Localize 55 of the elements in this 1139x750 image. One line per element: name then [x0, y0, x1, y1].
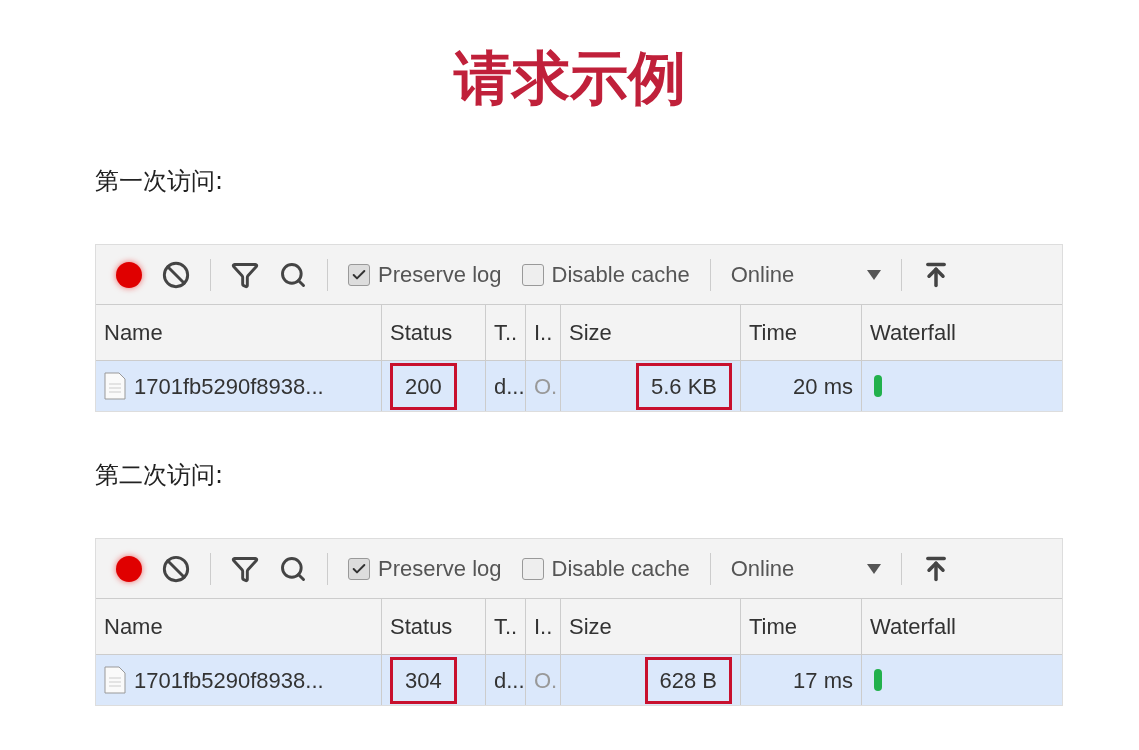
checkbox-label[interactable]: Preserve log — [378, 552, 502, 585]
waterfall-bar — [874, 375, 882, 397]
waterfall-bar — [874, 669, 882, 691]
checkbox[interactable] — [348, 263, 370, 286]
table-cell-text: O. — [534, 666, 558, 695]
column-header[interactable]: Time — [741, 305, 862, 360]
document-icon — [104, 666, 126, 694]
throttling-dropdown[interactable]: Online — [730, 258, 881, 291]
search-icon[interactable] — [279, 260, 307, 289]
table-cell-text: 20 ms — [793, 372, 853, 401]
column-header[interactable]: Size — [561, 305, 741, 360]
column-header[interactable]: Name — [96, 305, 382, 360]
column-header[interactable]: Size — [561, 599, 741, 654]
checkbox[interactable] — [521, 557, 544, 580]
column-header[interactable]: I.. — [526, 599, 561, 654]
request-row[interactable]: 1701fb5290f8938... 304 d... O. 628 B 17 ms — [96, 655, 1062, 705]
filter-icon[interactable] — [231, 260, 259, 289]
caret-icon — [866, 269, 881, 280]
column-header[interactable]: Time — [741, 599, 862, 654]
column-header[interactable]: I.. — [526, 305, 561, 360]
search-icon[interactable] — [279, 554, 307, 583]
table-cell-text: 1701fb5290f8938... — [134, 372, 324, 401]
column-header[interactable]: Name — [96, 599, 382, 654]
table-cell: 628 B — [644, 656, 732, 704]
clear-icon[interactable] — [162, 554, 190, 583]
column-header[interactable]: Waterfall — [862, 599, 1062, 654]
table-cell: 200 — [390, 362, 457, 410]
throttling-dropdown[interactable]: Online — [730, 552, 881, 585]
column-header[interactable]: Status — [382, 305, 486, 360]
caret-icon — [866, 563, 881, 574]
section-label: 第一次访问: — [95, 166, 225, 197]
checkbox-label[interactable]: Preserve log — [378, 258, 502, 291]
table-cell: 304 — [390, 656, 457, 704]
table-cell-text: d... — [494, 666, 525, 695]
document-icon — [104, 372, 126, 400]
checkbox-label[interactable]: Disable cache — [551, 258, 690, 291]
table-cell: 5.6 KB — [635, 362, 732, 410]
table-cell-text: d... — [494, 372, 525, 401]
record-button[interactable] — [116, 261, 142, 288]
request-row[interactable]: 1701fb5290f8938... 200 d... O. 5.6 KB 20 ms — [96, 361, 1062, 411]
column-header[interactable]: T.. — [486, 599, 526, 654]
section-label: 第二次访问: — [95, 460, 225, 491]
table-cell-text: 17 ms — [793, 666, 853, 695]
checkbox-label[interactable]: Disable cache — [551, 552, 690, 585]
table-cell-text: O. — [534, 372, 558, 401]
clear-icon[interactable] — [162, 260, 190, 289]
checkbox[interactable] — [521, 263, 544, 286]
checkbox[interactable] — [348, 557, 370, 580]
filter-icon[interactable] — [231, 554, 259, 583]
column-header[interactable]: Status — [382, 599, 486, 654]
column-header[interactable]: Waterfall — [862, 305, 1062, 360]
slide-title: 请求示例 — [453, 43, 686, 114]
table-cell-text: 1701fb5290f8938... — [134, 666, 324, 695]
column-header[interactable]: T.. — [486, 305, 526, 360]
record-button[interactable] — [116, 555, 142, 582]
